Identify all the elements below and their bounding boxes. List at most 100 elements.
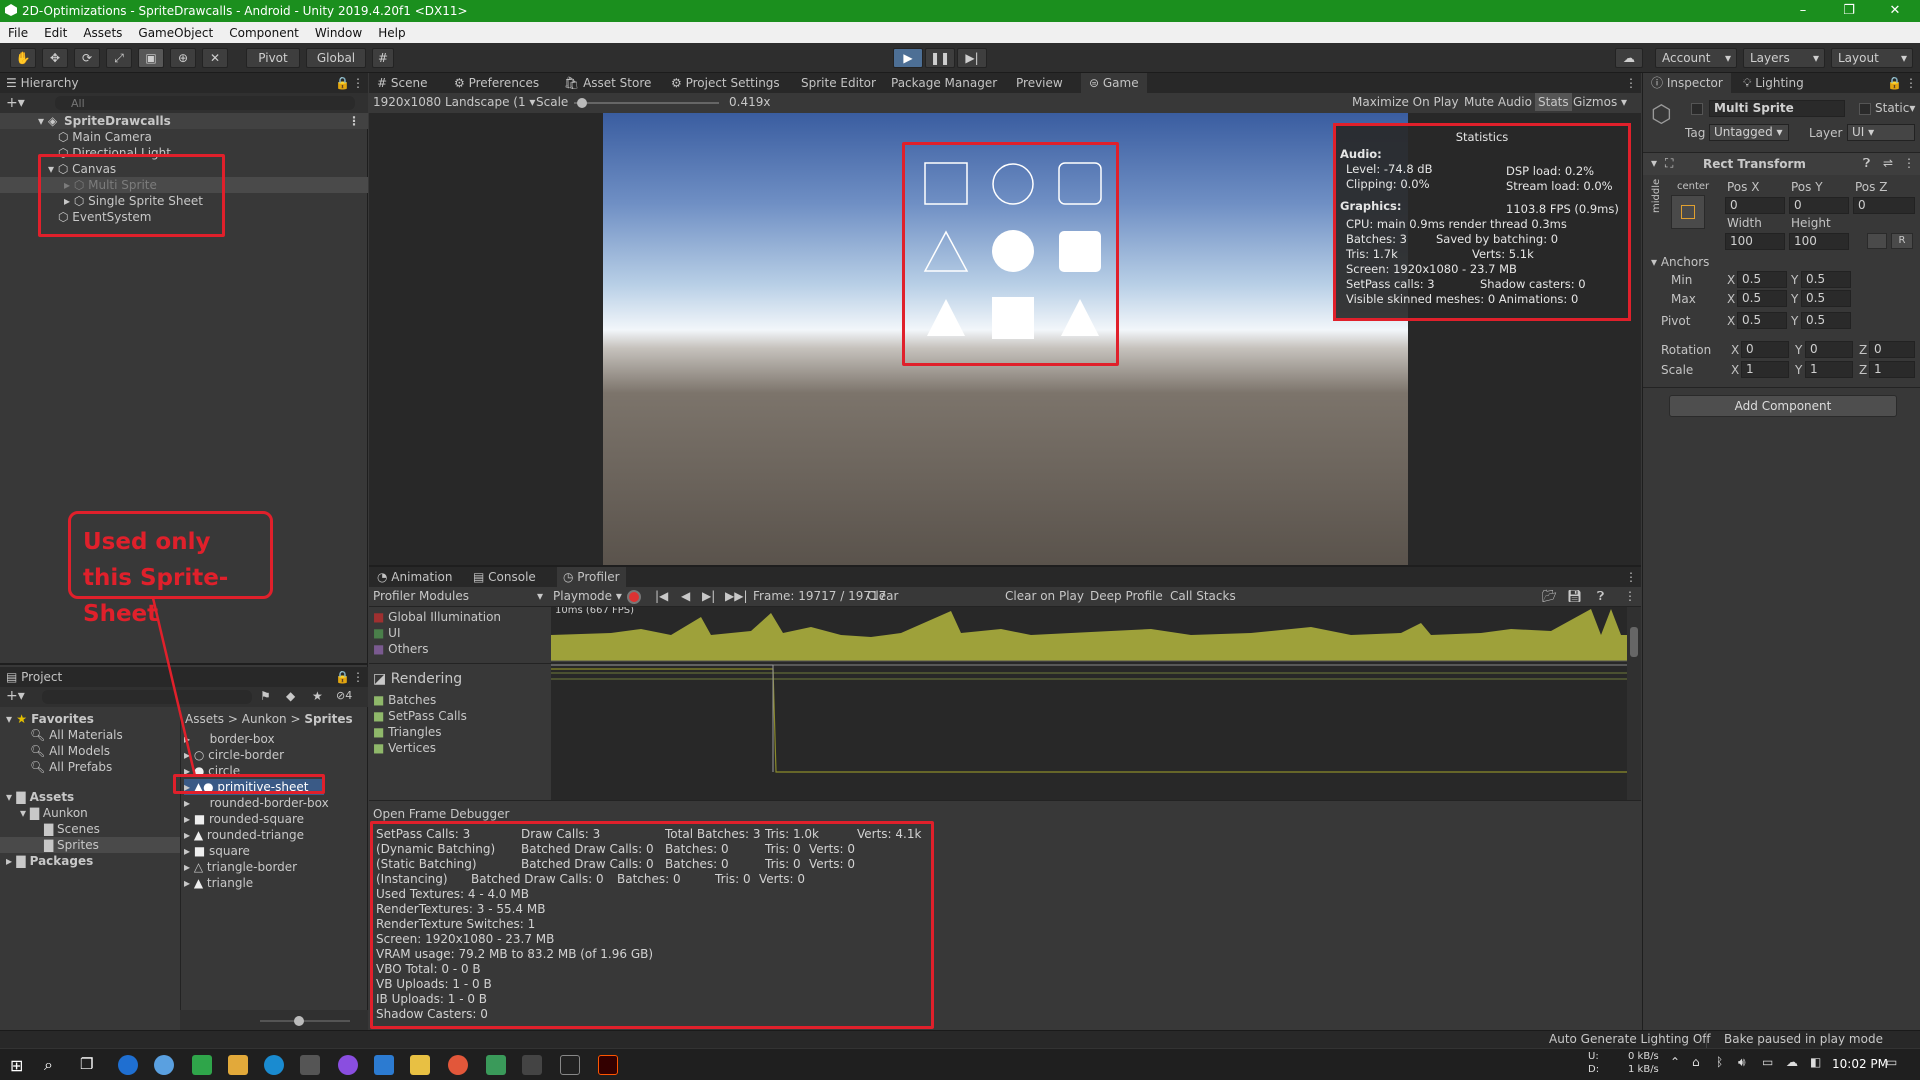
module-vertices[interactable]: ■ Vertices bbox=[373, 740, 436, 756]
resolution-dropdown[interactable]: 1920x1080 Landscape (1 ▾ bbox=[373, 95, 535, 109]
menu-component[interactable]: Component bbox=[221, 26, 307, 40]
scale-x-field[interactable]: 1 bbox=[1741, 361, 1789, 378]
asset-rounded-triange[interactable]: ▸ ▲ rounded-triange bbox=[184, 827, 304, 843]
tab-scene[interactable]: # Scene bbox=[377, 73, 427, 93]
sticky-notes-icon[interactable] bbox=[228, 1055, 248, 1075]
help-icon[interactable]: ❓︎ bbox=[1863, 156, 1870, 171]
rotation-x-field[interactable]: 0 bbox=[1741, 341, 1789, 358]
store-icon[interactable] bbox=[300, 1055, 320, 1075]
firefox-icon[interactable] bbox=[448, 1055, 468, 1075]
gizmos-dropdown[interactable]: Gizmos ▾ bbox=[1573, 95, 1627, 109]
raw-edit-button[interactable]: R bbox=[1891, 233, 1913, 249]
scale-slider-track[interactable] bbox=[574, 102, 719, 104]
project-search-input[interactable] bbox=[42, 690, 252, 704]
playmode-dropdown[interactable]: Playmode ▾ bbox=[553, 589, 622, 603]
tab-project-settings[interactable]: ⚙ Project Settings bbox=[671, 73, 780, 93]
minimize-button[interactable]: – bbox=[1780, 0, 1826, 22]
assets-node[interactable]: ▾ ▇ Assets bbox=[6, 789, 74, 805]
tab-preview[interactable]: Preview bbox=[1016, 73, 1063, 93]
tab-lighting[interactable]: 💡︎ Lighting bbox=[1743, 73, 1804, 93]
layout-dropdown[interactable]: Layout ▾ bbox=[1831, 48, 1913, 68]
search-icon[interactable]: ⌕ bbox=[44, 1055, 53, 1075]
stats-toggle[interactable]: Stats bbox=[1535, 93, 1572, 111]
tab-console[interactable]: ▤ Console bbox=[473, 567, 536, 587]
menu-file[interactable]: File bbox=[0, 26, 36, 40]
more-icon[interactable]: ⋮ bbox=[352, 667, 364, 687]
favorite-all-prefabs[interactable]: 🔍︎ All Prefabs bbox=[30, 759, 112, 775]
tray-app-icon[interactable]: ⌂ bbox=[1692, 1055, 1700, 1069]
pivot-x-field[interactable]: 0.5 bbox=[1737, 312, 1787, 329]
scrollbar-thumb[interactable] bbox=[1630, 627, 1638, 657]
favorites-node[interactable]: ▾ ★ Favorites bbox=[6, 711, 94, 727]
more-icon[interactable]: ⋮ bbox=[1905, 73, 1917, 93]
label-icon[interactable]: ◆ bbox=[286, 689, 295, 703]
tab-profiler[interactable]: ◷ Profiler bbox=[557, 567, 626, 587]
rotation-y-field[interactable]: 0 bbox=[1805, 341, 1853, 358]
anchor-presets-button[interactable] bbox=[1671, 195, 1705, 229]
tab-preferences[interactable]: ⚙ Preferences bbox=[454, 73, 539, 93]
tab-animation[interactable]: ◔ Animation bbox=[377, 567, 452, 587]
icon-size-slider-thumb[interactable] bbox=[294, 1016, 304, 1026]
sprites-node[interactable]: ▇ Sprites bbox=[0, 837, 180, 853]
anchor-max-x-field[interactable]: 0.5 bbox=[1737, 290, 1787, 307]
menu-gameobject[interactable]: GameObject bbox=[130, 26, 221, 40]
static-checkbox[interactable] bbox=[1859, 103, 1871, 115]
clear-button[interactable]: Clear bbox=[867, 589, 898, 603]
anchor-max-y-field[interactable]: 0.5 bbox=[1801, 290, 1851, 307]
tag-dropdown[interactable]: Untagged ▾ bbox=[1709, 124, 1789, 141]
help-icon[interactable]: ❓︎ bbox=[1597, 589, 1604, 604]
static-dropdown[interactable]: Static▾ bbox=[1875, 101, 1915, 115]
unity-hub-icon[interactable] bbox=[522, 1055, 542, 1075]
profiler-charts[interactable]: 10ms (667 FPS) bbox=[551, 605, 1627, 800]
profiler-scrollbar[interactable] bbox=[1627, 607, 1641, 800]
notifications-icon[interactable]: ▭ bbox=[1886, 1055, 1897, 1069]
grid-snap-button[interactable]: # bbox=[372, 48, 394, 68]
scene-row[interactable]: ▾ ◈ SpriteDrawcalls ⋮ bbox=[0, 113, 368, 129]
tray-chevron-icon[interactable]: ⌃ bbox=[1670, 1055, 1680, 1069]
layer-dropdown[interactable]: UI ▾ bbox=[1847, 124, 1915, 141]
illustrator-icon[interactable] bbox=[598, 1055, 618, 1075]
hand-tool-button[interactable]: ✋ bbox=[10, 48, 36, 68]
icon-size-slider-track[interactable] bbox=[260, 1020, 350, 1022]
tab-sprite-editor[interactable]: Sprite Editor bbox=[801, 73, 876, 93]
more-icon[interactable]: ⋮ bbox=[1625, 567, 1637, 587]
module-global-illumination[interactable]: ■ Global Illumination bbox=[373, 609, 501, 625]
open-frame-debugger-button[interactable]: Open Frame Debugger bbox=[373, 807, 509, 821]
hierarchy-search-input[interactable] bbox=[55, 96, 355, 110]
module-batches[interactable]: ■ Batches bbox=[373, 692, 436, 708]
mute-audio-toggle[interactable]: Mute Audio bbox=[1464, 95, 1532, 109]
git-icon[interactable] bbox=[486, 1055, 506, 1075]
save-icon[interactable]: 💾︎ bbox=[1567, 589, 1582, 603]
tab-inspector[interactable]: ⓘ Inspector bbox=[1643, 73, 1731, 93]
posz-field[interactable]: 0 bbox=[1853, 197, 1915, 214]
app-icon[interactable] bbox=[154, 1055, 174, 1075]
messenger-icon[interactable] bbox=[338, 1055, 358, 1075]
task-view-icon[interactable]: ❐ bbox=[80, 1055, 93, 1073]
volume-icon[interactable]: 🔊︎ bbox=[1738, 1055, 1746, 1070]
height-field[interactable]: 100 bbox=[1789, 233, 1849, 250]
anchor-min-x-field[interactable]: 0.5 bbox=[1737, 271, 1787, 288]
chrome-icon[interactable] bbox=[118, 1055, 138, 1075]
blueprint-mode-button[interactable] bbox=[1867, 233, 1887, 249]
star-icon[interactable]: ★ bbox=[312, 689, 323, 703]
menu-edit[interactable]: Edit bbox=[36, 26, 75, 40]
first-frame-icon[interactable]: |◀ bbox=[655, 589, 668, 603]
packages-node[interactable]: ▸ ▇ Packages bbox=[6, 853, 93, 869]
pause-button[interactable]: ❚❚ bbox=[925, 48, 955, 68]
rendering-module-header[interactable]: ◪ Rendering bbox=[373, 669, 462, 689]
move-tool-button[interactable]: ✥ bbox=[42, 48, 68, 68]
scenes-node[interactable]: ▇ Scenes bbox=[44, 821, 100, 837]
menu-help[interactable]: Help bbox=[370, 26, 413, 40]
maximize-on-play-toggle[interactable]: Maximize On Play bbox=[1352, 95, 1459, 109]
rect-tool-button[interactable]: ▣ bbox=[138, 48, 164, 68]
object-name-field[interactable]: Multi Sprite bbox=[1709, 100, 1845, 117]
pivot-toggle[interactable]: Pivot bbox=[246, 48, 300, 68]
tab-package-manager[interactable]: Package Manager bbox=[891, 73, 997, 93]
asset-triangle[interactable]: ▸ ▲ triangle bbox=[184, 875, 253, 891]
more-icon[interactable]: ⋮ bbox=[1903, 156, 1915, 170]
posx-field[interactable]: 0 bbox=[1725, 197, 1785, 214]
add-icon[interactable]: +▾ bbox=[6, 95, 25, 111]
lock-icon[interactable]: 🔒 bbox=[335, 73, 350, 93]
favorite-all-materials[interactable]: 🔍︎ All Materials bbox=[30, 727, 123, 743]
filter-type-icon[interactable]: ⚑ bbox=[260, 689, 271, 703]
